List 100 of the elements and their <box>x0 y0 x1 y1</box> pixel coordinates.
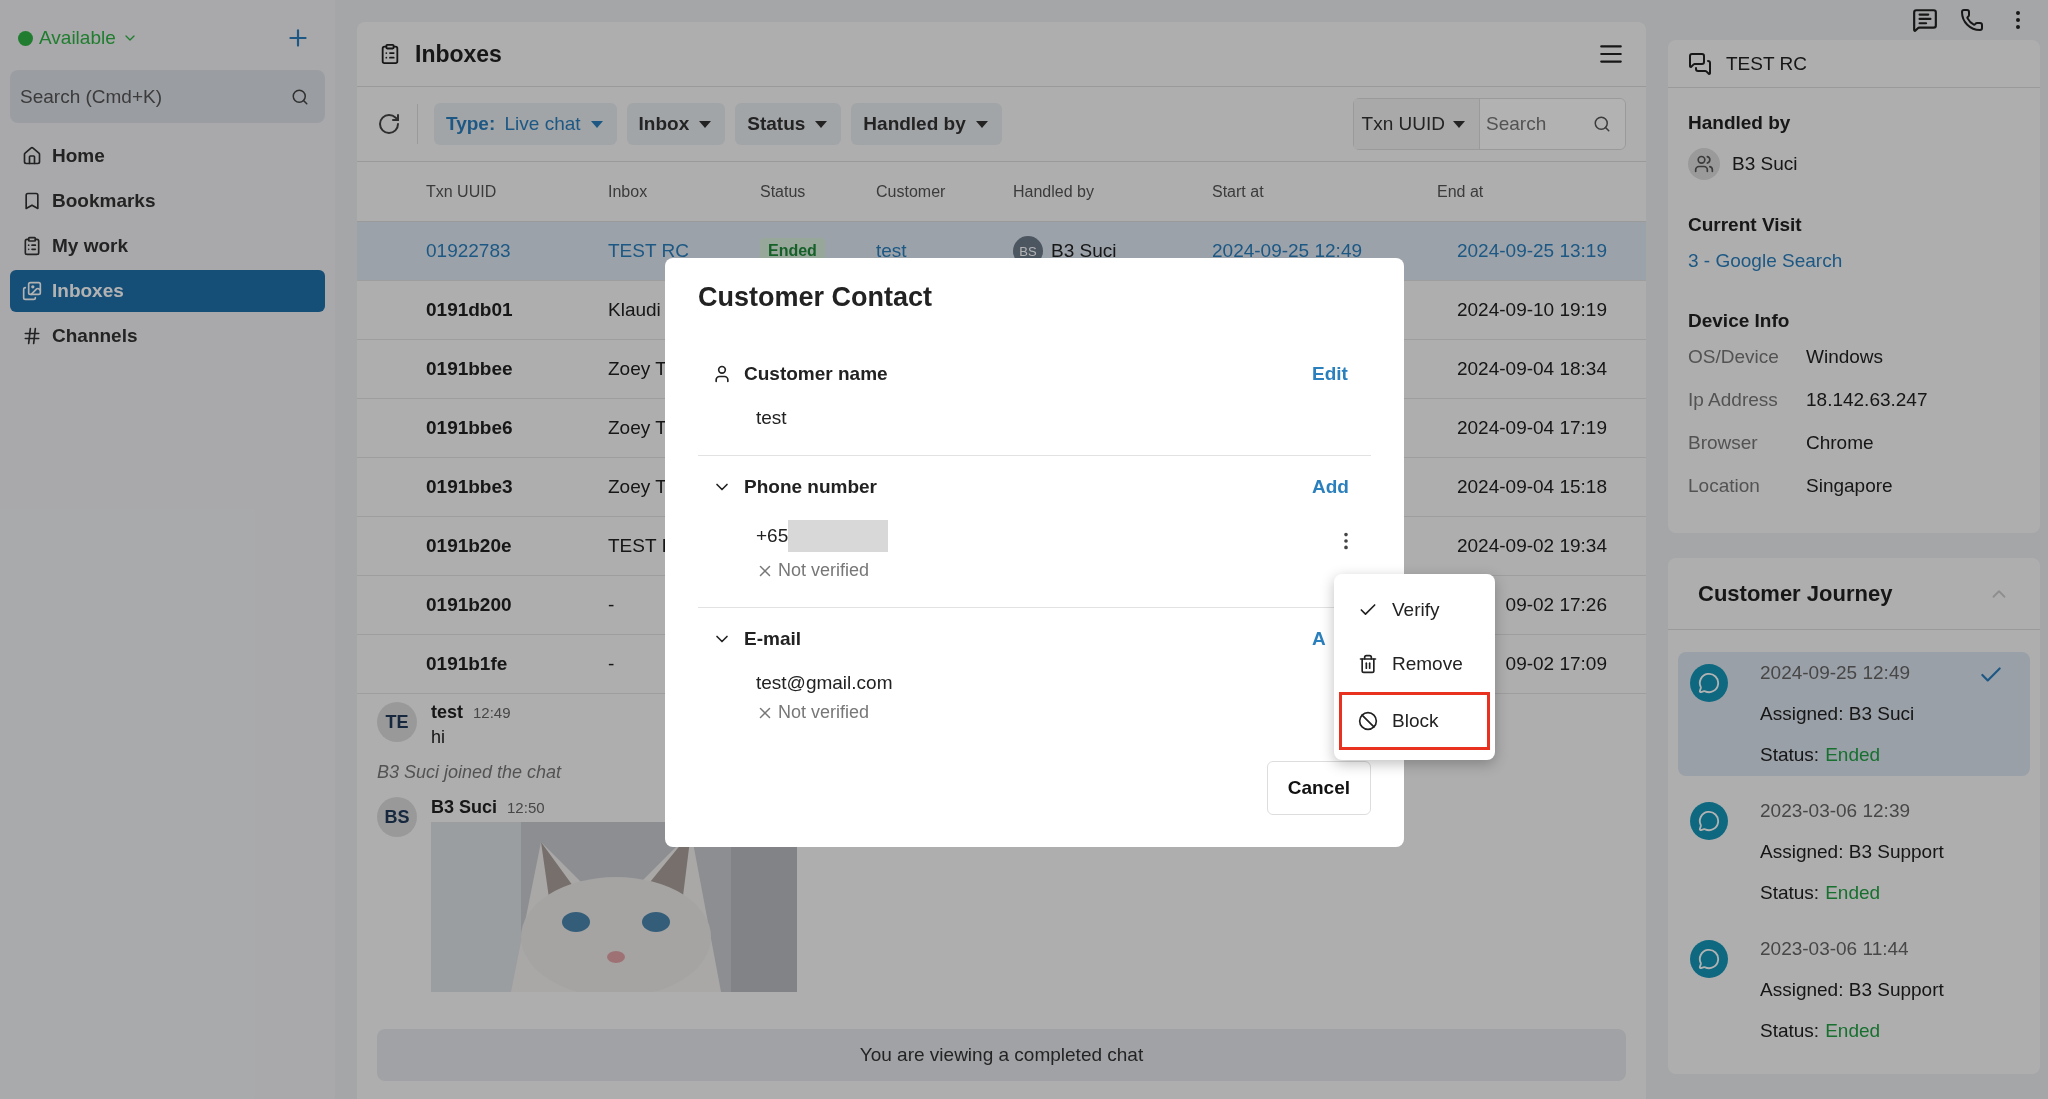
section-title: Current Visit <box>1688 214 1803 236</box>
table-cell: 01922783 <box>426 240 511 262</box>
table-cell: 0191bbe3 <box>426 476 513 498</box>
table-cell: TEST RC <box>608 240 689 262</box>
journey-item[interactable]: 2023-03-06 12:39 Assigned: B3 Support Status: Ended <box>1678 790 2030 914</box>
cancel-button[interactable]: Cancel <box>1266 761 1371 815</box>
table-cell: 0191bbe6 <box>426 417 513 439</box>
status-label: Status: <box>1760 882 1820 904</box>
nav-item[interactable]: Home <box>10 135 325 177</box>
hash-icon <box>22 326 42 346</box>
search-icon <box>291 87 309 106</box>
bookmark-icon <box>22 191 42 211</box>
caret-icon <box>699 120 712 128</box>
table-cell: 0191b20e <box>426 535 512 557</box>
table-cell: 09-02 17:09 <box>1505 653 1607 675</box>
search-field[interactable]: Txn UUID Search <box>1352 98 1626 150</box>
nav-item[interactable]: Inboxes <box>10 270 325 312</box>
field-label: Ip Address <box>1688 389 1779 411</box>
dialog-title: Customer Contact <box>698 282 934 313</box>
filter-dropdown[interactable]: Handled by <box>851 103 1002 145</box>
agent-name: B3 Suci <box>1732 153 1798 175</box>
customer-name: test <box>756 407 787 429</box>
trash-icon <box>1358 654 1378 674</box>
column-header: Handled by <box>1013 182 1095 201</box>
journey-time: 2023-03-06 12:39 <box>1760 800 1911 822</box>
visit-link[interactable]: 3 - Google Search <box>1688 250 2020 272</box>
list-icon <box>379 43 401 65</box>
search-icon <box>1593 115 1611 133</box>
column-header: Status <box>760 182 807 201</box>
column-header: Start at <box>1212 182 1265 201</box>
chat-notice: You are viewing a completed chat <box>377 1029 1626 1081</box>
table-cell: Zoey T <box>608 476 667 498</box>
table-cell: TEST I <box>608 535 667 557</box>
caret-icon <box>1453 120 1465 128</box>
caret-icon <box>815 120 828 128</box>
block-icon <box>1358 711 1378 731</box>
chat-bubble-icon <box>1690 664 1728 702</box>
column-header: Txn UUID <box>426 182 498 201</box>
chat-bubble-icon <box>1690 940 1728 978</box>
avatar: BS <box>377 797 417 837</box>
nav-item[interactable]: Bookmarks <box>10 180 325 222</box>
section-label: Customer name <box>744 363 889 385</box>
status-value: Ended <box>1825 1020 1881 1042</box>
message-time: 12:50 <box>507 799 545 816</box>
table-cell: Klaudi <box>608 299 661 321</box>
table-cell: 0191b200 <box>426 594 512 616</box>
column-header: Inbox <box>608 182 649 201</box>
filter-dropdown[interactable]: Status <box>735 103 842 145</box>
table-cell: 2024-09-02 19:34 <box>1457 535 1607 557</box>
chat-bubble-icon <box>1690 802 1728 840</box>
status-label: Status: <box>1760 744 1820 766</box>
nav-item[interactable]: My work <box>10 225 325 267</box>
field-dropdown[interactable]: Txn UUID <box>1353 99 1480 149</box>
table-cell: 2024-09-04 18:34 <box>1457 358 1607 380</box>
section-action-link[interactable]: Edit <box>1312 363 1348 385</box>
contact-value: +65 <box>756 525 789 547</box>
nav-item[interactable]: Channels <box>10 315 325 357</box>
menu-item[interactable]: Block <box>1339 692 1490 750</box>
field-value: Chrome <box>1806 432 1875 454</box>
message-author: test <box>431 702 463 723</box>
journey-item[interactable]: 2023-03-06 11:44 Assigned: B3 Support Status: Ended <box>1678 928 2030 1052</box>
status-label: Status: <box>1760 1020 1820 1042</box>
message-author: B3 Suci <box>431 797 498 818</box>
table-cell: 2024-09-25 12:49 <box>1212 240 1362 262</box>
section-action-link[interactable]: Add <box>1312 476 1349 498</box>
column-header: Customer <box>876 182 947 201</box>
status-value: Ended <box>1825 882 1881 904</box>
card-title: TEST RC <box>1726 52 1807 75</box>
search-field[interactable]: Search (Cmd+K) <box>10 70 325 123</box>
contact-value: test@gmail.com <box>756 672 893 694</box>
section-action-link[interactable]: A <box>1312 628 1326 650</box>
verification-status: Not verified <box>756 560 889 581</box>
section-label: Phone number <box>744 476 878 498</box>
table-cell: 2024-09-10 19:19 <box>1457 299 1607 321</box>
section-title: Handled by <box>1688 112 1792 134</box>
table-cell: 0191bbee <box>426 358 513 380</box>
images-icon <box>22 281 42 301</box>
table-cell: 0191b1fe <box>426 653 508 675</box>
avatar: TE <box>377 702 417 742</box>
list-icon <box>22 236 42 256</box>
message-text: hi <box>431 727 446 748</box>
table-cell: 2024-09-04 17:19 <box>1457 417 1607 439</box>
chat-icon[interactable] <box>1912 7 1938 33</box>
chat-event: B3 Suci joined the chat <box>377 761 563 784</box>
journey-item[interactable]: 2024-09-25 12:49 Assigned: B3 Suci Status: Ended <box>1678 652 2030 776</box>
table-cell: 09-02 17:26 <box>1505 594 1607 616</box>
field-label: OS/Device <box>1688 346 1780 368</box>
table-cell: 0191db01 <box>426 299 513 321</box>
filter-dropdown[interactable]: Inbox <box>626 103 726 145</box>
panel-title: Inboxes <box>415 40 502 68</box>
field-value: 18.142.63.247 <box>1806 389 1929 411</box>
phone-icon[interactable] <box>1960 8 1984 32</box>
refresh-icon[interactable] <box>377 112 401 136</box>
field-value: Windows <box>1806 346 1885 368</box>
caret-icon <box>975 120 988 128</box>
home-icon <box>22 146 42 166</box>
journey-time: 2024-09-25 12:49 <box>1760 662 1911 684</box>
field-label: Location <box>1688 475 1761 497</box>
section-title: Device Info <box>1688 310 1791 332</box>
table-cell: 2024-09-04 15:18 <box>1457 476 1607 498</box>
